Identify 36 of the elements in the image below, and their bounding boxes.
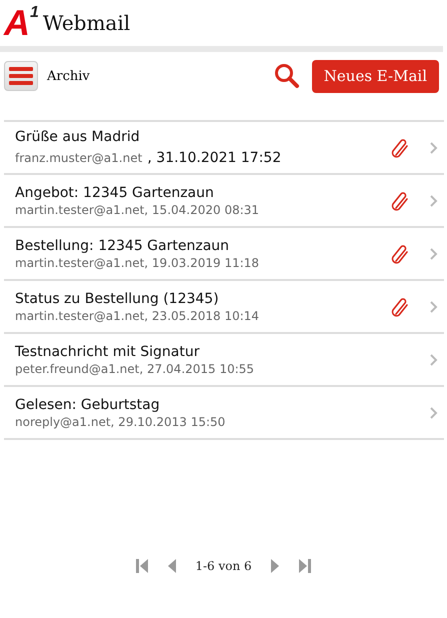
menu-icon xyxy=(9,67,33,85)
message-meta: martin.tester@a1.net, 23.05.2018 10:14 xyxy=(15,308,260,322)
logo-digit: 1 xyxy=(30,5,39,21)
message-row[interactable]: Status zu Bestellung (12345) martin.tester@a1.net, 23.05.2018 10:14 xyxy=(4,281,444,334)
new-email-button[interactable]: Neues E-Mail xyxy=(312,60,439,92)
page-range: 1-6 von 6 xyxy=(195,559,252,573)
message-meta: martin.tester@a1.net, 15.04.2020 08:31 xyxy=(15,202,260,216)
menu-button[interactable] xyxy=(4,61,38,91)
message-meta: peter.freund@a1.net, 27.04.2015 10:55 xyxy=(15,362,256,376)
message-row[interactable]: Grüße aus Madrid franz.muster@a1.net , 31.10.2021 17:52 xyxy=(4,122,444,175)
message-subject: Testnachricht mit Signatur xyxy=(15,344,200,360)
message-row[interactable]: Gelesen: Geburtstag noreply@a1.net, 29.10.2013 15:50 xyxy=(4,387,444,440)
chevron-right-icon xyxy=(430,142,438,154)
message-meta: martin.tester@a1.net, 19.03.2019 11:18 xyxy=(15,256,260,270)
folder-name: Archiv xyxy=(47,68,91,84)
message-subject: Angebot: 12345 Gartenzaun xyxy=(15,184,215,200)
message-row[interactable]: Testnachricht mit Signatur peter.freund@a1.net, 27.04.2015 10:55 xyxy=(4,334,444,387)
message-subject: Gelesen: Geburtstag xyxy=(15,396,161,412)
chevron-right-icon xyxy=(430,194,438,206)
message-subject: Bestellung: 12345 Gartenzaun xyxy=(15,238,230,254)
logo-letter: A xyxy=(4,5,30,41)
message-row[interactable]: Angebot: 12345 Gartenzaun martin.tester@a1.net, 15.04.2020 08:31 xyxy=(4,175,444,228)
message-sender: franz.muster@a1.net xyxy=(15,151,142,165)
message-subject: Status zu Bestellung (12345) xyxy=(15,290,220,306)
app-title: Webmail xyxy=(42,11,130,35)
message-meta: noreply@a1.net, 29.10.2013 15:50 xyxy=(15,414,226,428)
chevron-right-icon xyxy=(430,406,438,418)
message-subject: Grüße aus Madrid xyxy=(15,129,141,145)
chevron-right-icon xyxy=(430,354,438,366)
chevron-right-icon xyxy=(430,300,438,312)
search-icon[interactable] xyxy=(274,63,300,89)
message-row[interactable]: Bestellung: 12345 Gartenzaun martin.tester@a1.net, 19.03.2019 11:18 xyxy=(4,228,444,281)
chevron-right-icon xyxy=(430,248,438,260)
last-page-icon[interactable] xyxy=(298,558,312,574)
first-page-icon[interactable] xyxy=(135,558,150,574)
message-date: , 31.10.2021 17:52 xyxy=(147,150,282,166)
